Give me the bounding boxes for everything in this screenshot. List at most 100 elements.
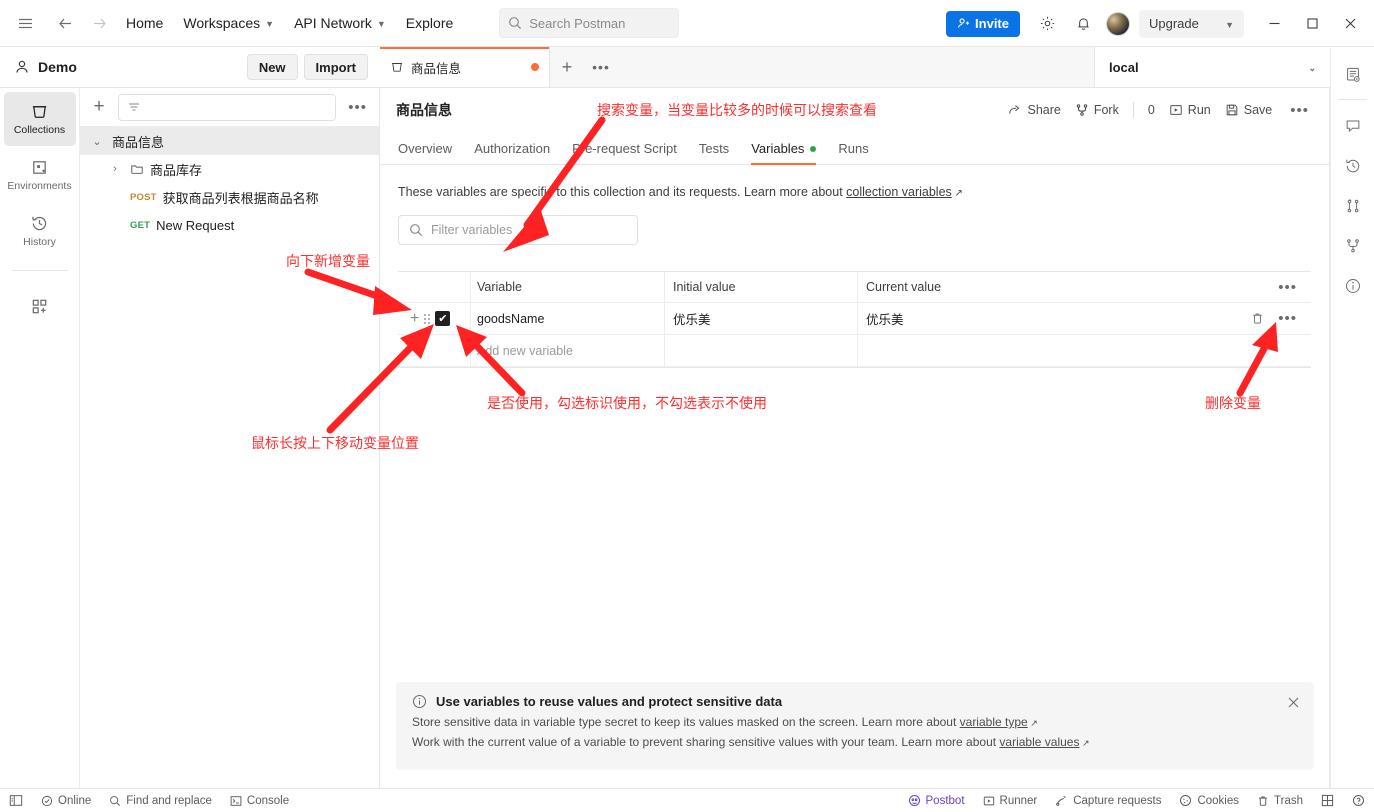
upgrade-button[interactable]: Upgrade ▼ [1139,9,1244,38]
sidebar-toggle-icon[interactable] [0,794,32,807]
filter-variables-input[interactable]: Filter variables [398,215,638,245]
global-search-placeholder: Search Postman [529,15,626,31]
rail-item-environments[interactable]: Environments [4,148,76,202]
row-enabled-checkbox[interactable]: ✔ [435,311,451,326]
sidebar-item-collection[interactable]: ⌄ 商品信息 [80,127,379,155]
settings-gear-icon[interactable] [1030,7,1064,41]
capture-requests-button[interactable]: Capture requests [1046,794,1170,807]
close-banner-icon[interactable] [1287,696,1300,709]
tab-overview[interactable]: Overview [398,141,452,164]
add-row-below-icon[interactable]: + [410,310,419,327]
variable-type-link[interactable]: variable type [960,715,1028,729]
comments-icon[interactable] [1335,106,1371,146]
notifications-bell-icon[interactable] [1066,7,1100,41]
info-icon[interactable] [1335,266,1371,306]
trash-button[interactable]: Trash [1248,795,1312,807]
sidebar-folder-label: 商品库存 [150,162,203,178]
create-new-icon[interactable]: + [88,96,110,118]
table-bulk-edit-icon[interactable]: ••• [1274,279,1301,296]
variables-modified-dot [810,145,817,152]
fork-button[interactable]: Fork [1075,103,1119,117]
documentation-icon[interactable] [1335,55,1371,95]
workspace-name[interactable]: Demo [38,59,77,75]
drag-handle-icon[interactable] [424,313,431,324]
rail-item-collections[interactable]: Collections [3,92,76,146]
new-current-value-input[interactable] [857,335,1249,366]
collection-more-options-icon[interactable]: ••• [1286,102,1313,119]
run-button[interactable]: Run [1169,103,1211,117]
rail-item-history[interactable]: History [4,204,76,258]
cell-variable-name[interactable]: goodsName [470,303,664,334]
new-variable-input[interactable]: Add new variable [470,335,664,366]
request-method-badge: GET [130,219,151,231]
import-button[interactable]: Import [303,54,368,80]
runner-button[interactable]: Runner [974,795,1047,807]
external-link-icon: ↗ [1079,738,1090,748]
capture-requests-label: Capture requests [1073,794,1162,807]
collection-variables-link[interactable]: collection variables [846,185,952,199]
fork-label: Fork [1093,103,1119,117]
nav-explore[interactable]: Explore [396,8,463,38]
delete-row-icon[interactable] [1251,312,1264,325]
annotation-delete-variable: 删除变量 [1205,396,1261,412]
sidebar-item-folder[interactable]: › 商品库存 [80,155,379,183]
chevron-down-icon[interactable]: ⌄ [88,135,106,148]
window-close-button[interactable] [1332,6,1368,42]
rail-item-add-module[interactable] [4,279,76,333]
table-row: + ✔ goodsName 优乐美 优乐美 ••• [398,303,1311,335]
invite-button[interactable]: Invite [946,10,1020,37]
annotation-add-variable: 向下新增变量 [286,254,370,270]
annotation-move-variable: 鼠标长按上下移动变量位置 [251,436,419,452]
new-initial-value-input[interactable] [664,335,857,366]
collection-tabs: Overview Authorization Pre-request Scrip… [380,132,1329,165]
share-button[interactable]: Share [1008,103,1061,117]
tab-runs-label: Runs [838,141,869,156]
global-search-input[interactable]: Search Postman [499,8,680,38]
find-and-replace-button[interactable]: Find and replace [100,795,221,807]
tab-authorization[interactable]: Authorization [474,141,550,164]
tab-tests[interactable]: Tests [699,141,729,164]
window-maximize-button[interactable] [1294,6,1330,42]
nav-home-label: Home [126,15,164,31]
nav-workspaces[interactable]: Workspaces ▼ [173,8,284,38]
chevron-right-icon[interactable]: › [106,163,124,175]
user-avatar[interactable] [1106,11,1130,36]
cell-initial-value[interactable]: 优乐美 [664,303,857,334]
new-button[interactable]: New [246,54,298,80]
nav-api-network[interactable]: API Network ▼ [284,8,396,38]
sidebar-item-request-post[interactable]: POST 获取商品列表根据商品名称 [80,183,379,211]
sidebar-filter-input[interactable] [118,93,337,121]
hamburger-menu-icon[interactable] [8,6,42,40]
online-status[interactable]: Online [32,795,100,807]
cookies-button[interactable]: Cookies [1170,794,1248,807]
history-icon[interactable] [1335,146,1371,186]
forks-icon[interactable] [1335,226,1371,266]
help-icon[interactable] [1343,794,1374,807]
forward-arrow-icon[interactable] [82,6,116,40]
window-minimize-button[interactable] [1256,6,1292,42]
sidebar-more-options-icon[interactable]: ••• [344,99,371,116]
rail-divider [11,270,68,271]
row-more-options-icon[interactable]: ••• [1274,310,1301,327]
editor-tab-active[interactable]: 商品信息 [380,47,550,87]
row-gutter-new [398,335,470,366]
postbot-button[interactable]: Postbot [899,794,974,807]
postbot-label: Postbot [925,794,965,807]
editor-tab-strip: 商品信息 + ••• [380,47,1094,88]
sidebar-item-request-get[interactable]: GET New Request [80,211,379,239]
new-tab-button[interactable]: + [550,47,584,87]
tab-runs[interactable]: Runs [838,141,868,164]
console-button[interactable]: Console [221,795,298,807]
variable-values-link[interactable]: variable values [999,735,1079,749]
tab-pre-request-script[interactable]: Pre-request Script [572,141,677,164]
tab-more-options-icon[interactable]: ••• [584,47,618,87]
save-button[interactable]: Save [1225,103,1272,117]
layout-toggle-icon[interactable] [1312,794,1343,807]
cell-current-value[interactable]: 优乐美 [857,303,1249,334]
tab-variables[interactable]: Variables [751,141,817,165]
back-arrow-icon[interactable] [48,6,82,40]
pull-requests-icon[interactable] [1335,186,1371,226]
environment-selector[interactable]: local ⌄ [1094,47,1330,88]
nav-home[interactable]: Home [116,8,173,38]
search-icon [509,17,522,30]
